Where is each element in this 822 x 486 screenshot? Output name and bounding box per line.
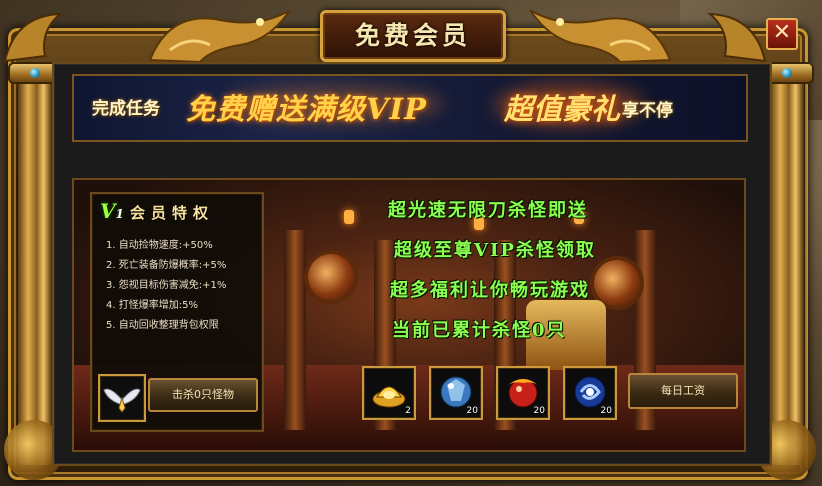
- left-pillar: [18, 70, 52, 465]
- daily-salary-button[interactable]: 每日工资: [628, 373, 738, 409]
- close-icon: ✕: [772, 20, 792, 45]
- vip-level-badge: V1: [100, 200, 128, 222]
- reward-quantity: 2: [405, 406, 411, 416]
- banner-text-complete-task: 完成任务: [92, 99, 160, 119]
- privilege-item: 3. 怨视目标伤害减免:+1%: [106, 280, 227, 291]
- right-gem-icon: [782, 68, 792, 78]
- privilege-item: 1. 自动捡物速度:+50%: [106, 240, 213, 251]
- top-right-corner-dragon: [707, 12, 767, 63]
- top-left-corner-dragon: [3, 12, 63, 63]
- drum-icon: [594, 260, 640, 306]
- drum-icon: [308, 254, 354, 300]
- promo-line: 超光速无限刀杀怪即送: [388, 200, 588, 221]
- close-button[interactable]: ✕: [766, 18, 798, 50]
- privilege-item: 5. 自动回收整理背包权限: [106, 320, 219, 331]
- reward-slot-blue-swirl-orb[interactable]: 20: [563, 366, 617, 420]
- lantern-icon: [344, 210, 354, 224]
- right-pillar: [770, 70, 804, 465]
- game-window: 免费会员 ✕ 完成任务 免费赠送满级VIP 超值豪礼 享不停 V1 会员特权 1…: [0, 0, 822, 486]
- vip-banner: 完成任务 免费赠送满级VIP 超值豪礼 享不停: [72, 74, 748, 142]
- angel-wings-icon: [103, 388, 141, 413]
- reward-quantity: 20: [600, 406, 612, 416]
- privilege-item: 2. 死亡装备防爆概率:+5%: [106, 260, 227, 271]
- promo-line: 超多福利让你畅玩游戏: [390, 280, 590, 301]
- reward-quantity: 20: [466, 406, 478, 416]
- privileges-title: 会员特权: [130, 204, 215, 222]
- reward-slot-red-dragon-orb[interactable]: 20: [496, 366, 550, 420]
- banner-text-gift: 超值豪礼: [504, 92, 621, 126]
- left-gem-icon: [30, 68, 40, 78]
- kill-counter-line: 当前已累计杀怪0只: [392, 320, 567, 341]
- banner-text-endless: 享不停: [622, 101, 673, 121]
- left-dragon-ornament: [148, 9, 291, 64]
- vip-badge-level: 1: [115, 207, 124, 221]
- reward-slot-blue-crystal[interactable]: 20: [429, 366, 483, 420]
- vip-badge-letter: V: [100, 199, 116, 223]
- privilege-item: 4. 打怪爆率增加:5%: [106, 300, 198, 311]
- kill-count-button[interactable]: 击杀0只怪物: [148, 378, 258, 412]
- banner-text-free-vip: 免费赠送满级VIP: [186, 92, 427, 126]
- title-plaque: 免费会员: [320, 10, 506, 62]
- privileges-list: 1. 自动捡物速度:+50% 2. 死亡装备防爆概率:+5% 3. 怨视目标伤害…: [106, 236, 226, 336]
- right-dragon-ornament: [529, 9, 672, 64]
- reward-slot-gold-ingot[interactable]: 2: [362, 366, 416, 420]
- reward-quantity: 20: [533, 406, 545, 416]
- privileges-header: V1 会员特权: [98, 200, 254, 224]
- window-title: 免费会员: [354, 21, 471, 50]
- gold-ingot-icon: [372, 386, 406, 408]
- wings-reward-slot[interactable]: [98, 374, 146, 422]
- hall-column: [284, 230, 306, 430]
- promo-line: 超级至尊VIP杀怪领取: [394, 240, 596, 261]
